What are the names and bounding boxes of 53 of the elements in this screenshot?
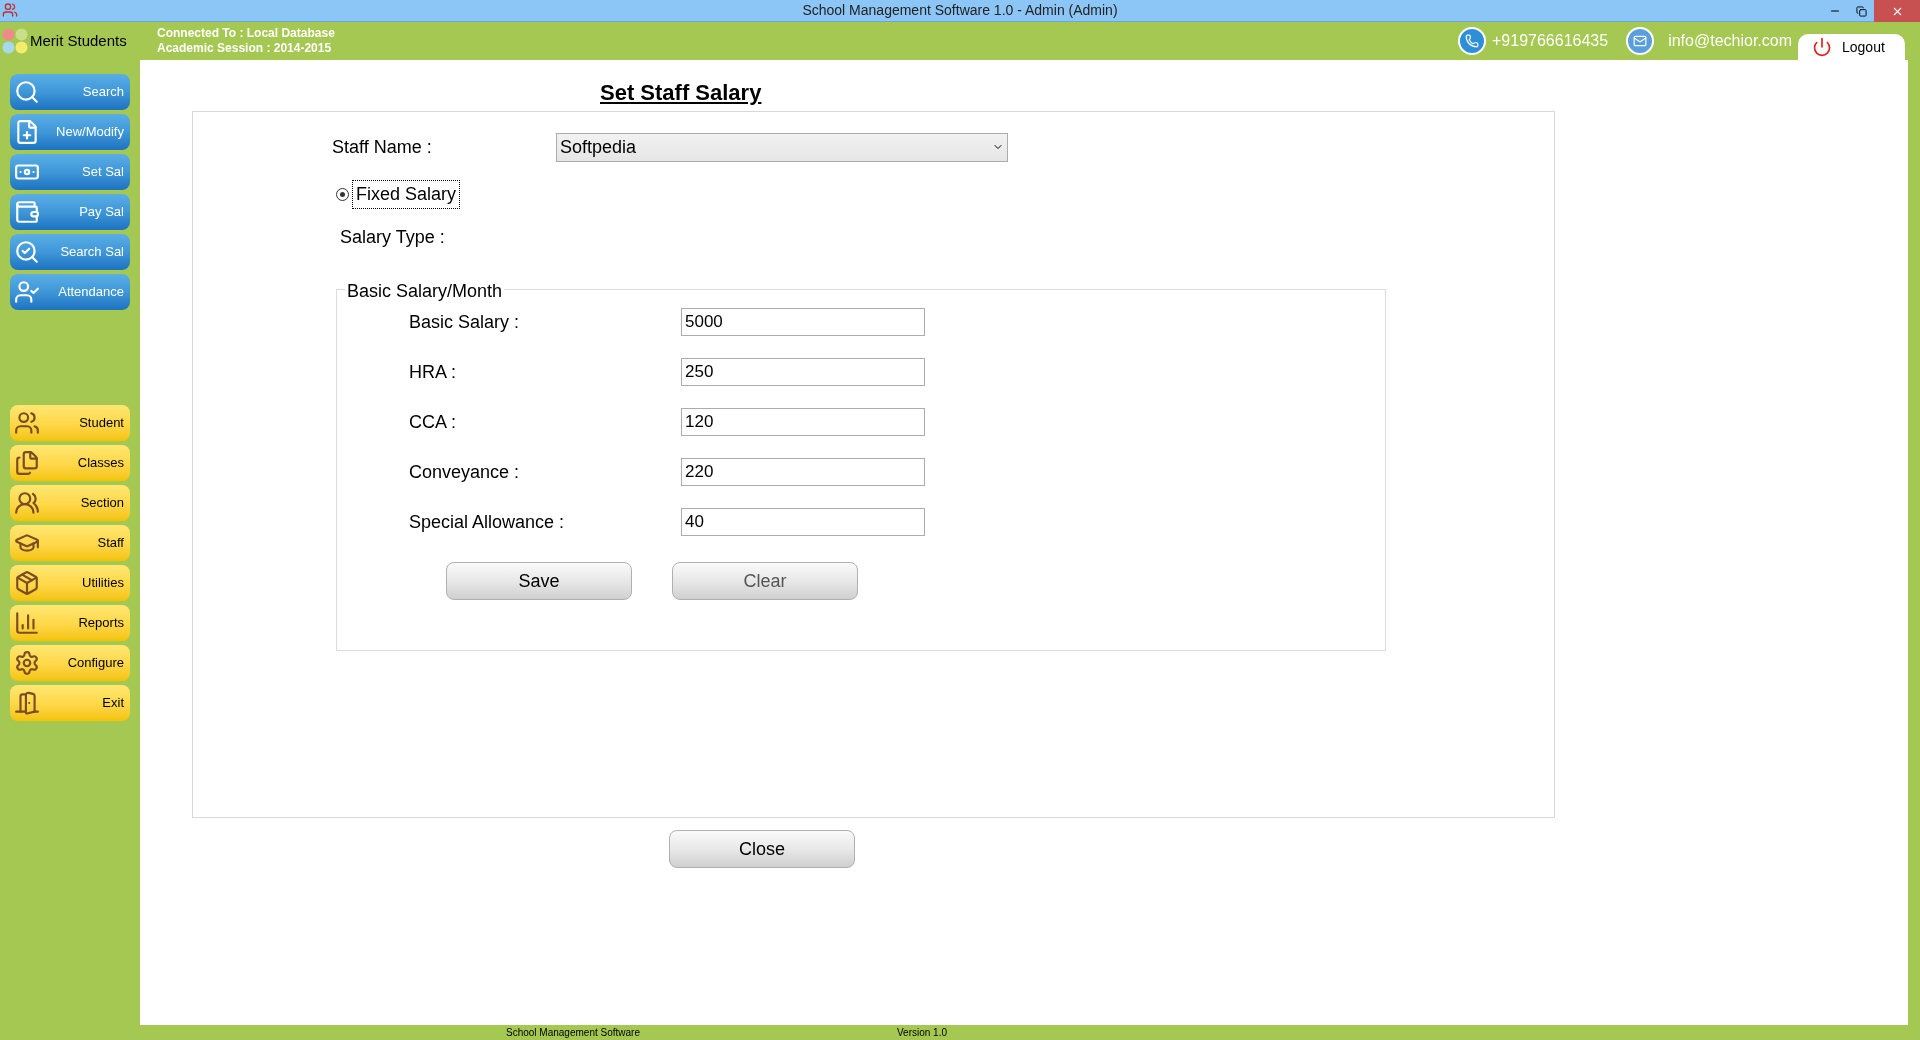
mail-icon <box>1626 27 1655 55</box>
gear-icon <box>14 650 40 676</box>
power-icon <box>1812 37 1832 57</box>
session-text: Academic Session : 2014-2015 <box>157 41 333 56</box>
input-field[interactable]: 250 <box>681 358 925 386</box>
app-icon <box>2 2 18 18</box>
close-form-button[interactable]: Close <box>669 830 855 868</box>
sidebar-button[interactable]: Staff <box>10 525 130 561</box>
sidebar-button[interactable]: Reports <box>10 605 130 641</box>
files-icon <box>14 450 40 476</box>
email-address: info@techior.com <box>1668 31 1792 51</box>
field-label: HRA : <box>409 360 457 384</box>
door-icon <box>14 690 40 716</box>
app-name: Merit Students <box>30 30 127 51</box>
phone-icon <box>1458 27 1486 55</box>
page-title: Set Staff Salary <box>600 79 762 107</box>
input-field[interactable]: 220 <box>681 458 925 486</box>
connection-text: Connected To : Local Database <box>157 26 335 41</box>
people-icon <box>14 410 40 436</box>
form-button[interactable]: Clear <box>672 562 858 600</box>
sidebar-button[interactable]: Classes <box>10 445 130 481</box>
radio-label[interactable]: Fixed Salary <box>352 180 461 209</box>
form-button[interactable]: Save <box>446 562 632 600</box>
search-icon <box>14 79 40 105</box>
magnifier-check-icon <box>14 239 40 265</box>
sidebar-button[interactable]: Exit <box>10 685 130 721</box>
sidebar-button[interactable]: Utilities <box>10 565 130 601</box>
version-text: Version 1.0 <box>896 1026 947 1040</box>
input-field[interactable]: 5000 <box>681 308 925 336</box>
input-field[interactable]: 120 <box>681 408 925 436</box>
restore-icon <box>1855 5 1867 17</box>
field-label: Conveyance : <box>409 460 521 484</box>
window-title: School Management Software 1.0 - Admin (Admin) <box>802 1 1118 20</box>
staff-name-label: Staff Name : <box>332 135 433 159</box>
sidebar-button[interactable]: Configure <box>10 645 130 681</box>
logout-button[interactable]: Logout <box>1798 34 1905 60</box>
sidebar-button[interactable]: Section <box>10 485 130 521</box>
package-icon <box>14 570 40 596</box>
field-label: Special Allowance : <box>409 510 566 534</box>
field-label: Basic Salary : <box>409 310 521 334</box>
status-text: School Management Software <box>506 1026 640 1040</box>
bar-chart-icon <box>14 610 40 636</box>
logo-icon <box>2 28 28 54</box>
person-check-icon <box>14 279 40 305</box>
input-field[interactable]: 40 <box>681 508 925 536</box>
wallet-icon <box>14 199 40 225</box>
field-label: CCA : <box>409 410 457 434</box>
salary-type-label: Salary Type : <box>340 226 445 249</box>
staff-name-dropdown[interactable]: Softpedia <box>556 132 1008 162</box>
sidebar-button[interactable]: Student <box>10 405 130 441</box>
people-icon <box>14 490 40 516</box>
phone-number: +919766616435 <box>1492 31 1609 51</box>
file-plus-icon <box>14 119 40 145</box>
